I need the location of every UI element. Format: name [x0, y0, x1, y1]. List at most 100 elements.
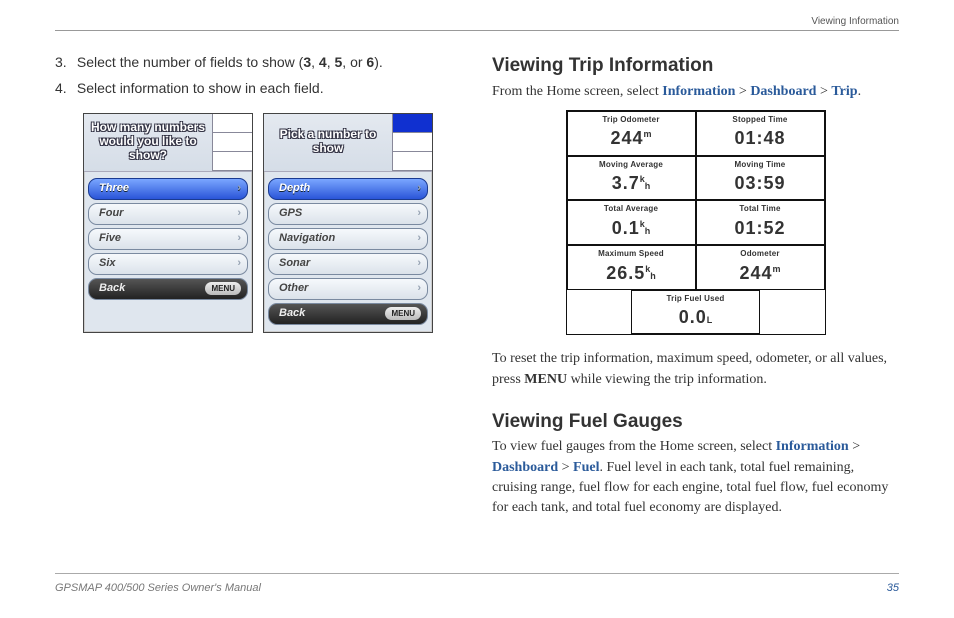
- device1-list: Three› Four› Five› Six› BackMENU: [84, 172, 252, 307]
- reset-paragraph: To reset the trip information, maximum s…: [492, 349, 899, 390]
- device2-back-button[interactable]: BackMENU: [268, 303, 428, 325]
- trip-cell-moving-time: Moving Time03:59: [696, 156, 825, 201]
- device2-side-boxes: [392, 114, 432, 171]
- chevron-right-icon: ›: [237, 206, 241, 222]
- trip-row-1: Trip Odometer244m Stopped Time01:48: [567, 111, 825, 156]
- trip-cell-stopped-time: Stopped Time01:48: [696, 111, 825, 156]
- trip-row-5: Trip Fuel Used0.0L: [567, 290, 825, 335]
- trip-cell-total-avg-value: 0.1kh: [568, 215, 695, 244]
- trip-row-4: Maximum Speed26.5kh Odometer244m: [567, 245, 825, 290]
- fuel-path-2: Dashboard: [492, 460, 558, 475]
- trip-cell-odometer-2: Odometer244m: [696, 245, 825, 290]
- trip-cell-moving-avg-value: 3.7kh: [568, 170, 695, 199]
- trip-cell-max-speed-label: Maximum Speed: [568, 246, 695, 260]
- trip-cell-odometer-label: Trip Odometer: [568, 112, 695, 126]
- device1-item-three-label: Three: [99, 181, 129, 197]
- heading-trip-info: Viewing Trip Information: [492, 52, 899, 80]
- device1-item-five-label: Five: [99, 231, 121, 247]
- header-section-label: Viewing Information: [811, 16, 899, 27]
- device2-item-gps-label: GPS: [279, 206, 302, 222]
- trip-path-paragraph: From the Home screen, select Information…: [492, 82, 899, 102]
- device1-sidebox-1: [212, 114, 252, 133]
- device1-item-four-label: Four: [99, 206, 123, 222]
- fuel-pre: To view fuel gauges from the Home screen…: [492, 439, 776, 454]
- device-screenshot-2: Pick a number to show Depth› GPS› Naviga…: [263, 113, 433, 333]
- trip-cell-total-time-value: 01:52: [697, 215, 824, 244]
- device1-back-label: Back: [99, 281, 125, 297]
- trip-cell-fuel-used: Trip Fuel Used0.0L: [631, 290, 760, 335]
- trip-cell-total-time-label: Total Time: [697, 201, 824, 215]
- trip-cell-fuel-used-label: Trip Fuel Used: [632, 291, 759, 305]
- trip-path-pre: From the Home screen, select: [492, 84, 662, 99]
- trip-cell-moving-time-value: 03:59: [697, 170, 824, 199]
- step-3-num-4: 4: [319, 54, 327, 70]
- reset-post: while viewing the trip information.: [567, 372, 767, 387]
- trip-cell-moving-time-label: Moving Time: [697, 157, 824, 171]
- trip-cell-stopped-time-label: Stopped Time: [697, 112, 824, 126]
- device2-item-depth[interactable]: Depth ›: [268, 178, 428, 200]
- device2-item-navigation[interactable]: Navigation ›: [268, 228, 428, 250]
- trip-cell-total-avg: Total Average0.1kh: [567, 200, 696, 245]
- trip-cell-odometer: Trip Odometer244m: [567, 111, 696, 156]
- device2-item-sonar-label: Sonar: [279, 256, 310, 272]
- footer-manual-title: GPSMAP 400/500 Series Owner's Manual: [55, 582, 261, 594]
- device2-item-navigation-label: Navigation: [279, 231, 335, 247]
- chevron-right-icon: ›: [417, 256, 421, 272]
- step-3: 3. Select the number of fields to show (…: [55, 52, 462, 72]
- trip-row-2: Moving Average3.7kh Moving Time03:59: [567, 156, 825, 201]
- page-footer: GPSMAP 400/500 Series Owner's Manual 35: [55, 573, 899, 594]
- trip-table: Trip Odometer244m Stopped Time01:48 Movi…: [566, 110, 826, 335]
- trip-cell-odometer-2-label: Odometer: [697, 246, 824, 260]
- device2-item-other[interactable]: Other›: [268, 278, 428, 300]
- trip-row-3: Total Average0.1kh Total Time01:52: [567, 200, 825, 245]
- menu-pill-icon: MENU: [385, 307, 421, 321]
- device1-prompt: How many numbers would you like to show?: [84, 114, 212, 171]
- trip-cell-max-speed-value: 26.5kh: [568, 260, 695, 289]
- chevron-right-icon: ›: [237, 181, 241, 197]
- left-column: 3. Select the number of fields to show (…: [55, 52, 462, 525]
- chevron-right-icon: ›: [417, 281, 421, 297]
- trip-path-3: Trip: [831, 84, 857, 99]
- trip-cell-max-speed: Maximum Speed26.5kh: [567, 245, 696, 290]
- step-3-num-3: 3: [303, 54, 311, 70]
- fuel-path-3: Fuel: [573, 460, 599, 475]
- device2-sidebox-2: [392, 133, 432, 152]
- device1-side-boxes: [212, 114, 252, 171]
- trip-cell-moving-avg-label: Moving Average: [568, 157, 695, 171]
- device1-item-three[interactable]: Three ›: [88, 178, 248, 200]
- trip-cell-fuel-used-value: 0.0L: [632, 304, 759, 333]
- content-columns: 3. Select the number of fields to show (…: [55, 52, 899, 525]
- trip-cell-total-time: Total Time01:52: [696, 200, 825, 245]
- device2-prompt: Pick a number to show: [264, 114, 392, 171]
- device1-item-four[interactable]: Four ›: [88, 203, 248, 225]
- device1-item-six[interactable]: Six›: [88, 253, 248, 275]
- step-3-text-post: ).: [374, 54, 383, 70]
- device1-sidebox-3: [212, 152, 252, 171]
- device2-item-gps[interactable]: GPS›: [268, 203, 428, 225]
- trip-path-1: Information: [662, 84, 735, 99]
- device2-item-sonar[interactable]: Sonar ›: [268, 253, 428, 275]
- chevron-right-icon: ›: [417, 231, 421, 247]
- chevron-right-icon: ›: [237, 256, 241, 272]
- device2-list: Depth› GPS› Navigation› Sonar› Other› Ba…: [264, 172, 432, 332]
- device2-item-depth-label: Depth: [279, 181, 310, 197]
- trip-cell-odometer-value: 244m: [568, 125, 695, 154]
- device2-header: Pick a number to show: [264, 114, 432, 172]
- reset-menu-bold: MENU: [524, 372, 567, 387]
- device1-item-five[interactable]: Five›: [88, 228, 248, 250]
- chevron-right-icon: ›: [417, 181, 421, 197]
- device1-sidebox-2: [212, 133, 252, 152]
- step-4: 4. Select information to show in each fi…: [55, 78, 462, 98]
- step-4-text: Select information to show in each field…: [77, 80, 324, 96]
- device1-back-button[interactable]: BackMENU: [88, 278, 248, 300]
- device-screenshot-pair: How many numbers would you like to show?…: [83, 113, 462, 333]
- fuel-path-1: Information: [776, 439, 849, 454]
- step-3-num-5: 5: [335, 54, 343, 70]
- trip-cell-odometer-2-value: 244m: [697, 260, 824, 289]
- step-3-number: 3.: [55, 52, 73, 72]
- right-column: Viewing Trip Information From the Home s…: [492, 52, 899, 525]
- trip-table-wrapper: Trip Odometer244m Stopped Time01:48 Movi…: [492, 110, 899, 335]
- step-4-number: 4.: [55, 78, 73, 98]
- fuel-paragraph: To view fuel gauges from the Home screen…: [492, 437, 899, 518]
- device2-sidebox-1: [392, 114, 432, 133]
